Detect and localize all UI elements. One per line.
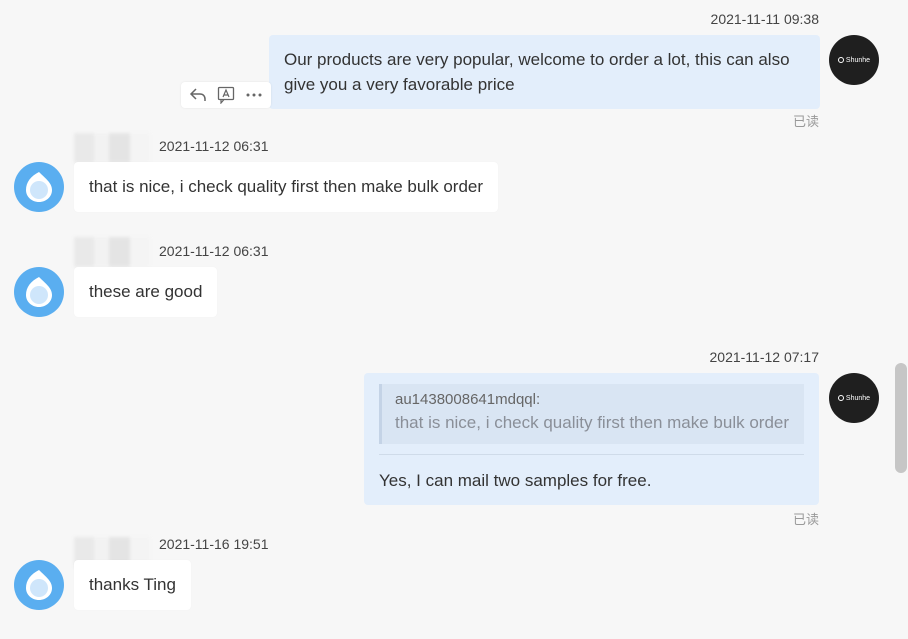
sender-name-blurred	[74, 133, 150, 163]
avatar[interactable]: Shunhe	[829, 35, 879, 85]
incoming-message-bubble[interactable]: these are good	[74, 267, 218, 317]
message-text: that is nice, i check quality first then…	[89, 177, 484, 196]
incoming-message-bubble[interactable]: that is nice, i check quality first then…	[74, 162, 499, 212]
avatar[interactable]: Shunhe	[829, 373, 879, 423]
message-text: these are good	[89, 282, 203, 301]
scrollbar-track[interactable]	[894, 0, 908, 639]
more-icon[interactable]	[243, 84, 265, 106]
brand-logo: Shunhe	[837, 395, 870, 402]
message-timestamp: 2021-11-12 07:17	[709, 349, 820, 365]
message-text: Our products are very popular, welcome t…	[284, 50, 790, 94]
avatar[interactable]	[14, 560, 64, 610]
avatar[interactable]	[14, 267, 64, 317]
read-status: 已读	[792, 114, 819, 129]
quoted-text: that is nice, i check quality first then…	[395, 413, 790, 432]
brand-logo: Shunhe	[837, 57, 870, 64]
message-text: thanks Ting	[89, 575, 176, 594]
outgoing-message-bubble[interactable]: au1438008641mdqql: that is nice, i check…	[364, 373, 819, 505]
scrollbar-thumb[interactable]	[895, 363, 907, 473]
read-status: 已读	[792, 512, 819, 527]
reply-icon[interactable]	[187, 84, 209, 106]
incoming-message-bubble[interactable]: thanks Ting	[74, 560, 191, 610]
message-timestamp: 2021-11-12 06:31	[159, 243, 269, 259]
message-timestamp: 2021-11-16 19:51	[159, 536, 269, 552]
outgoing-message-bubble[interactable]: Our products are very popular, welcome t…	[269, 35, 820, 109]
quoted-sender: au1438008641mdqql:	[395, 391, 541, 408]
message-text: Yes, I can mail two samples for free.	[379, 471, 652, 490]
message-timestamp: 2021-11-11 09:38	[710, 11, 819, 27]
translate-icon[interactable]	[215, 84, 237, 106]
message-action-toolbar	[181, 82, 271, 108]
quote-divider	[379, 454, 804, 455]
avatar[interactable]	[14, 162, 64, 212]
message-timestamp: 2021-11-12 06:31	[159, 138, 269, 154]
sender-name-blurred	[74, 237, 150, 267]
quoted-message[interactable]: au1438008641mdqql: that is nice, i check…	[379, 384, 804, 444]
